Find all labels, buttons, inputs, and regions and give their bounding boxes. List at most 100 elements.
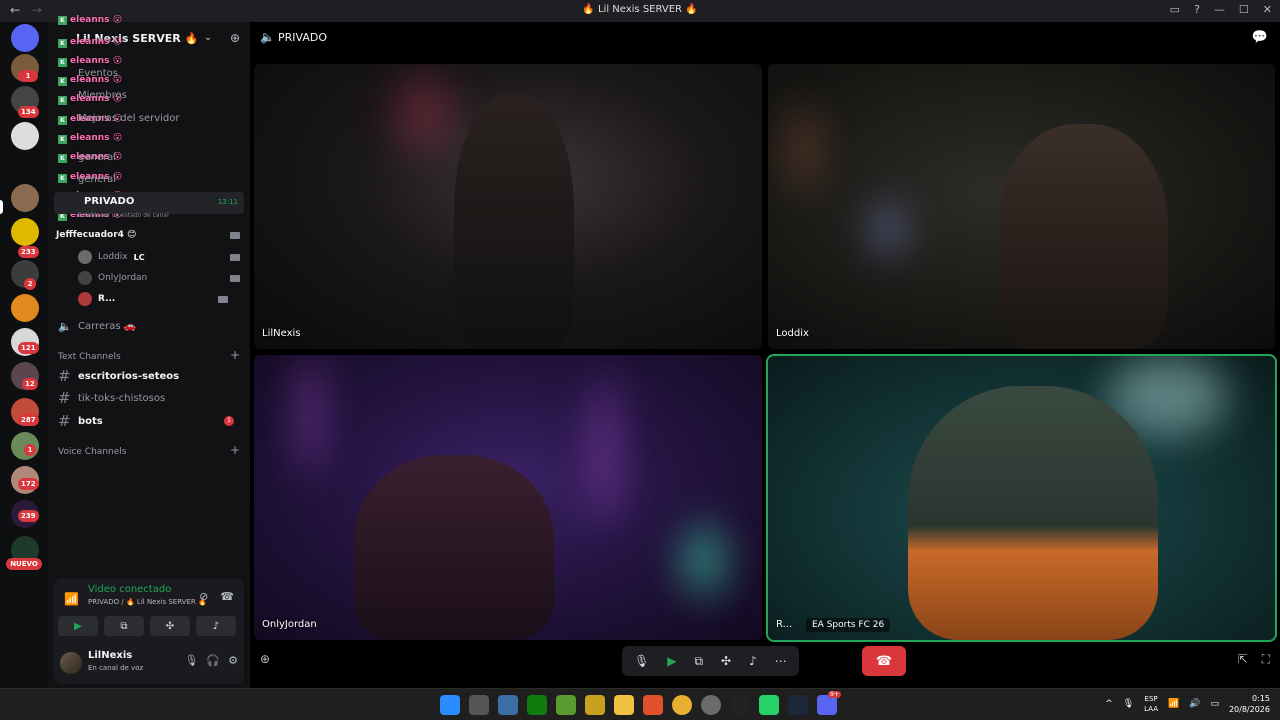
volume-icon[interactable]: 🔊 (1189, 699, 1200, 709)
more-icon[interactable]: ⋯ (775, 654, 787, 668)
whatsapp-icon[interactable] (759, 695, 779, 715)
camera-icon (230, 254, 240, 261)
soundboard-icon[interactable]: ♪ (749, 654, 757, 668)
sidebar-item-general-voice[interactable]: general (78, 174, 116, 185)
chat-overlay-line: eleanns 😮 (70, 37, 123, 47)
headphones-icon[interactable]: 🎧 (206, 654, 220, 667)
server-icon[interactable] (11, 294, 39, 322)
chat-bubble-icon[interactable]: 💬 (1252, 30, 1268, 45)
soundboard-button[interactable]: ♪ (196, 616, 236, 636)
invite-people-icon[interactable]: ⊕ (230, 31, 240, 45)
view-controls: ⇱ ⛶ (1238, 652, 1270, 667)
camera-button[interactable]: ▶ (58, 616, 98, 636)
wifi-icon[interactable]: 📶 (1168, 699, 1179, 709)
window-controls: ▭ ? — ☐ ✕ (1170, 3, 1272, 16)
participant-silhouette (454, 94, 574, 349)
close-icon[interactable]: ✕ (1263, 3, 1272, 16)
voice-user[interactable]: Jefffecuador4 😊 (56, 226, 136, 244)
voice-user[interactable]: Loddix LC (78, 248, 145, 266)
unread-badge: 134 (18, 106, 39, 118)
chat-overlay-line: eleanns 😮 (70, 56, 123, 66)
minecraft-icon[interactable] (556, 695, 576, 715)
app-icon[interactable] (701, 695, 721, 715)
participant-silhouette (998, 124, 1168, 349)
category-voice-channels[interactable]: Voice Channels (58, 447, 126, 457)
sidebar-item-general[interactable]: general (78, 152, 116, 163)
screen-share-icon[interactable]: ⧉ (694, 654, 703, 669)
username[interactable]: LilNexis (88, 650, 132, 661)
hangup-button[interactable]: ☎ (862, 646, 906, 676)
microphone-icon[interactable]: 🎙 (184, 654, 198, 667)
activity-button[interactable]: ✣ (150, 616, 190, 636)
add-user-icon[interactable]: ⊕ (260, 652, 270, 666)
video-tile[interactable]: OnlyJordan (254, 355, 762, 640)
widgets-icon[interactable] (469, 695, 489, 715)
server-icon[interactable] (11, 218, 39, 246)
screen-share-button[interactable]: ⧉ (104, 616, 144, 636)
server-icon[interactable] (11, 122, 39, 150)
battery-icon[interactable]: ▭ (1210, 699, 1219, 709)
window-title: 🔥 Lil Nexis SERVER 🔥 (582, 4, 698, 15)
system-tray: ^ 🎙 ESP LAA 📶 🔊 ▭ 0:15 20/8/2026 (1105, 693, 1270, 715)
disconnect-icon[interactable]: ☎ (220, 590, 234, 603)
avatar (78, 271, 92, 285)
language-indicator[interactable]: ESP LAA (1144, 694, 1158, 714)
taskbar-apps: 9+ (440, 691, 841, 715)
channel-tik-toks-chistosos[interactable]: # tik-toks-chistosos (54, 388, 242, 408)
microphone-icon[interactable]: 🎙 (1123, 699, 1134, 709)
channel-status-hint[interactable]: Establecer un estado de canal (78, 212, 169, 219)
category-text-channels[interactable]: Text Channels (58, 352, 121, 362)
activity-icon[interactable]: ✣ (721, 654, 731, 668)
brave-icon[interactable] (643, 695, 663, 715)
server-icon[interactable] (11, 184, 39, 212)
gear-icon[interactable]: ⚙ (228, 654, 238, 667)
avatar[interactable] (60, 652, 82, 674)
channel-escritorios-seteos[interactable]: # escritorios-seteos (54, 366, 242, 386)
channel-bots[interactable]: # bots 1 (54, 411, 242, 431)
steam-icon[interactable] (788, 695, 808, 715)
unread-badge: 12 (22, 378, 38, 390)
chevron-up-icon[interactable]: ^ (1105, 699, 1113, 709)
folder-icon[interactable] (614, 695, 634, 715)
chat-overlay-badge: K (58, 116, 67, 125)
discord-icon[interactable]: 9+ (817, 691, 841, 715)
store-icon[interactable] (498, 695, 518, 715)
activity-badge[interactable]: EA Sports FC 26 (806, 618, 891, 632)
video-tile[interactable]: Loddix (768, 64, 1275, 349)
sidebar-item-boosts[interactable]: Mejoras del servidor (78, 113, 180, 124)
sidebar-item-members[interactable]: Miembros (78, 90, 127, 101)
video-tile[interactable]: R... EA Sports FC 26 (766, 354, 1277, 642)
mic-glow (873, 204, 903, 254)
game-icon[interactable] (585, 695, 605, 715)
popout-icon[interactable]: ⇱ (1238, 652, 1248, 667)
voice-user[interactable]: R... (78, 290, 115, 308)
xbox-icon[interactable] (527, 695, 547, 715)
microphone-icon[interactable]: 🎙 (634, 654, 649, 668)
capcut-icon[interactable] (730, 695, 750, 715)
clock[interactable]: 0:15 20/8/2026 (1229, 693, 1270, 715)
voice-status[interactable]: Video conectado (88, 584, 171, 595)
camera-icon (230, 232, 240, 239)
voice-user[interactable]: OnlyJordan (78, 269, 147, 287)
call-controls: ⊕ 🎙 ▶ ⧉ ✣ ♪ ⋯ ☎ ⇱ ⛶ (250, 644, 1280, 678)
speaker-icon: 🔈 (58, 319, 72, 333)
server-icon[interactable] (11, 24, 39, 52)
camera-icon[interactable]: ▶ (667, 654, 676, 668)
noise-suppression-icon[interactable]: ⊘ (199, 590, 208, 603)
light-glow (394, 74, 454, 154)
inbox-icon[interactable]: ▭ (1170, 3, 1180, 16)
fullscreen-icon[interactable]: ⛶ (1262, 652, 1270, 667)
video-tile[interactable]: LilNexis (254, 64, 762, 349)
avatar (78, 292, 92, 306)
chrome-icon[interactable] (672, 695, 692, 715)
minimize-icon[interactable]: — (1214, 3, 1225, 16)
windows-start-icon[interactable] (440, 695, 460, 715)
sidebar-item-events[interactable]: Eventos (78, 68, 118, 79)
help-icon[interactable]: ? (1194, 3, 1200, 16)
add-channel-icon[interactable]: + (230, 443, 240, 457)
maximize-icon[interactable]: ☐ (1239, 3, 1249, 16)
voice-channel-privado[interactable]: PRIVADO 13:11 (54, 192, 244, 214)
voice-channel-carreras[interactable]: 🔈 Carreras 🚗 (54, 316, 242, 336)
voice-location[interactable]: PRIVADO / 🔥 Lil Nexis SERVER 🔥 (88, 598, 207, 606)
add-channel-icon[interactable]: + (230, 348, 240, 362)
